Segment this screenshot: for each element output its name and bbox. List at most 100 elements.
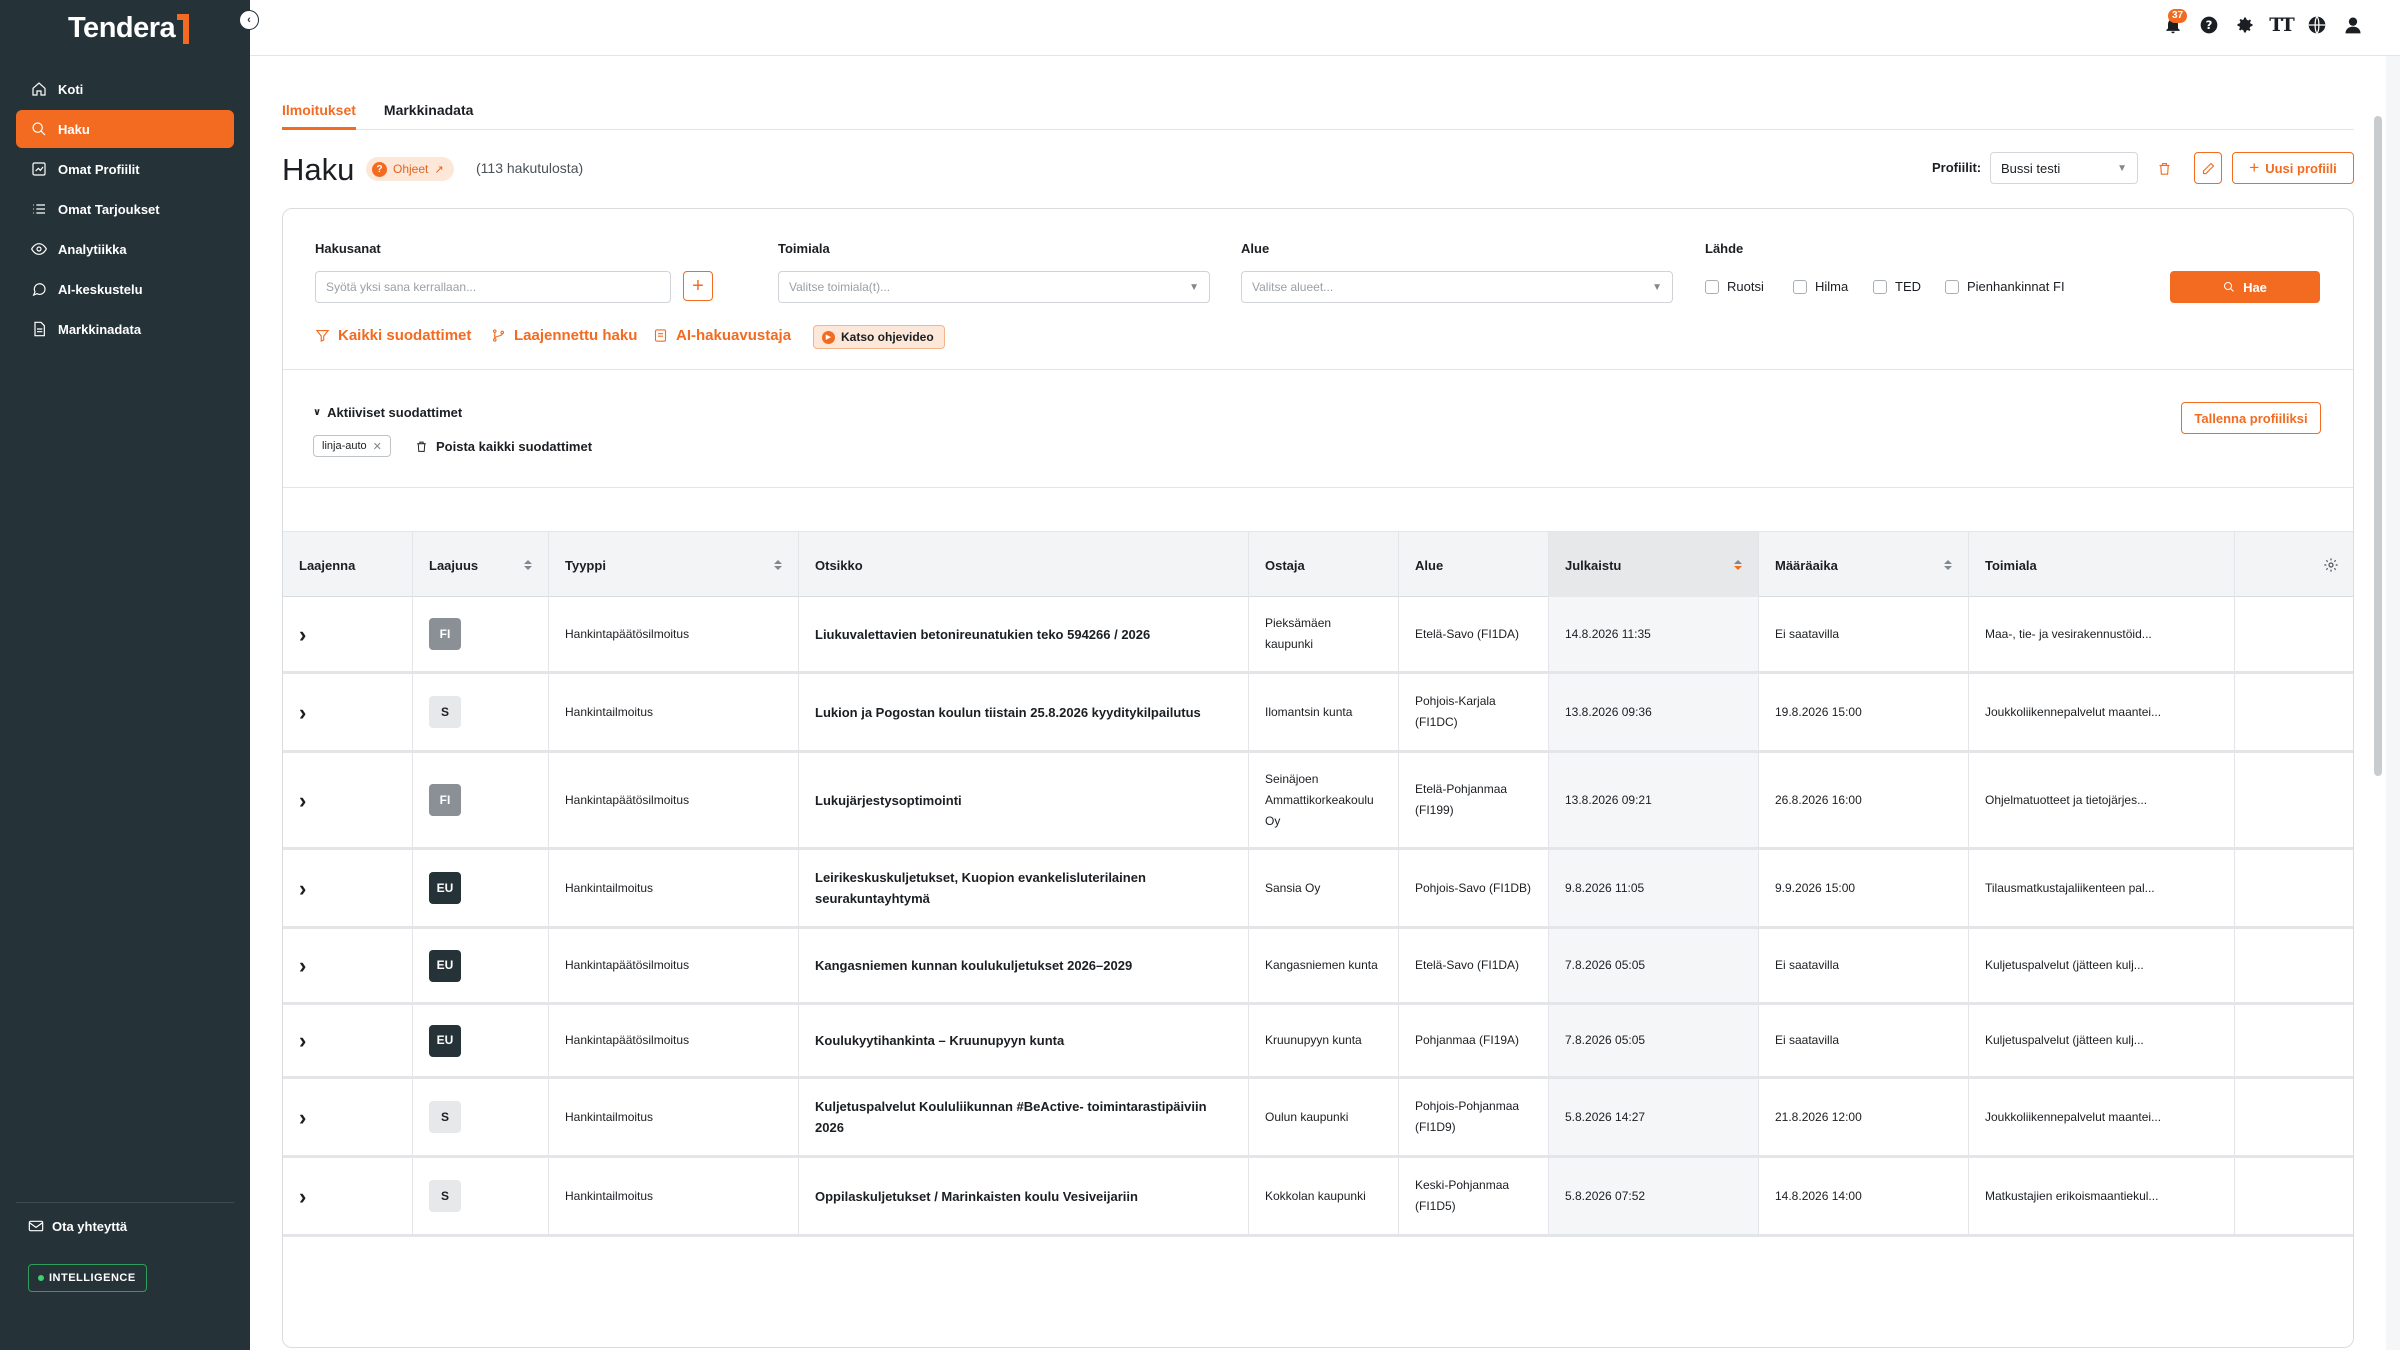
chevron-right-icon[interactable]: ›: [299, 1030, 306, 1052]
table-row[interactable]: › EU Hankintailmoitus Leirikeskuskuljetu…: [283, 850, 2353, 929]
source-checkbox-pienhankinnat[interactable]: Pienhankinnat FI: [1945, 279, 2065, 294]
contact-link[interactable]: Ota yhteyttä: [28, 1218, 127, 1234]
new-profile-button[interactable]: + Uusi profiili: [2232, 152, 2354, 184]
region-label: Alue: [1241, 241, 1270, 256]
buyer-cell: Ilomantsin kunta: [1249, 674, 1399, 750]
table-row[interactable]: › S Hankintailmoitus Oppilaskuljetukset …: [283, 1158, 2353, 1237]
title-cell[interactable]: Lukion ja Pogostan koulun tiistain 25.8.…: [799, 674, 1249, 750]
watch-video-button[interactable]: ▶ Katso ohjevideo: [813, 325, 945, 349]
source-checkbox-ted[interactable]: TED: [1873, 279, 1921, 294]
sidebar-item-haku[interactable]: Haku: [16, 110, 234, 148]
notification-bell-icon[interactable]: 37: [2160, 9, 2188, 38]
table-row[interactable]: › S Hankintailmoitus Kuljetuspalvelut Ko…: [283, 1079, 2353, 1158]
sidebar-item-label: Omat Profiilit: [58, 161, 140, 177]
chevron-right-icon[interactable]: ›: [299, 877, 306, 899]
row-actions-cell: [2235, 1079, 2353, 1155]
extended-search-link[interactable]: Laajennettu haku: [491, 327, 637, 344]
title-cell[interactable]: Kuljetuspalvelut Koululiikunnan #BeActiv…: [799, 1079, 1249, 1155]
user-account-icon[interactable]: [2340, 12, 2366, 38]
sidebar-item-ai-keskustelu[interactable]: AI-keskustelu: [16, 270, 234, 308]
sidebar-item-label: Omat Tarjoukset: [58, 201, 160, 217]
logo[interactable]: Tendera: [68, 12, 190, 45]
source-checkbox-ruotsi[interactable]: Ruotsi: [1705, 279, 1764, 294]
help-guide-button[interactable]: ? Ohjeet ↗: [366, 157, 454, 181]
clear-all-filters-button[interactable]: Poista kaikki suodattimet: [415, 439, 592, 454]
tab-ilmoitukset[interactable]: Ilmoitukset: [282, 94, 356, 130]
sidebar-item-omat-profiilit[interactable]: Omat Profiilit: [16, 150, 234, 188]
source-checkbox-hilma[interactable]: Hilma: [1793, 279, 1848, 294]
sidebar-item-koti[interactable]: Koti: [16, 70, 234, 108]
collapse-sidebar-icon[interactable]: ‹: [239, 10, 259, 30]
column-header-type[interactable]: Tyyppi: [549, 532, 799, 598]
title-cell[interactable]: Oppilaskuljetukset / Marinkaisten koulu …: [799, 1158, 1249, 1234]
all-filters-link[interactable]: Kaikki suodattimet: [315, 327, 471, 344]
industry-select[interactable]: Valitse toimiala(t)... ▼: [778, 271, 1210, 303]
delete-profile-button[interactable]: [2150, 152, 2178, 184]
title-cell[interactable]: Kangasniemen kunnan koulukuljetukset 202…: [799, 929, 1249, 1002]
edit-profile-button[interactable]: [2194, 152, 2222, 184]
close-icon[interactable]: ✕: [373, 440, 382, 453]
source-label-pienhankinnat: Pienhankinnat FI: [1967, 279, 2065, 294]
document-icon: [30, 320, 48, 338]
title-cell[interactable]: Leirikeskuskuljetukset, Kuopion evankeli…: [799, 850, 1249, 926]
scope-badge: FI: [429, 784, 461, 816]
title-cell[interactable]: Liukuvalettavien betonireunatukien teko …: [799, 597, 1249, 671]
column-settings-button[interactable]: [2235, 532, 2353, 598]
table-row[interactable]: › S Hankintailmoitus Lukion ja Pogostan …: [283, 674, 2353, 753]
table-row[interactable]: › EU Hankintapäätösilmoitus Koulukyytiha…: [283, 1005, 2353, 1079]
expand-cell: ›: [283, 1005, 413, 1076]
scrollbar[interactable]: [2374, 116, 2382, 776]
chevron-down-icon: ▼: [1189, 281, 1199, 293]
row-actions-cell: [2235, 1005, 2353, 1076]
table-row[interactable]: › FI Hankintapäätösilmoitus Lukujärjesty…: [283, 753, 2353, 850]
help-guide-label: Ohjeet: [393, 162, 429, 176]
title-cell[interactable]: Koulukyytihankinta – Kruunupyyn kunta: [799, 1005, 1249, 1076]
contact-label: Ota yhteyttä: [52, 1218, 128, 1234]
column-header-scope[interactable]: Laajuus: [413, 532, 549, 598]
chevron-right-icon[interactable]: ›: [299, 701, 306, 723]
logo-mark-icon: [177, 14, 190, 44]
column-header-deadline[interactable]: Määräaika: [1759, 532, 1969, 598]
search-button[interactable]: Hae: [2170, 271, 2320, 303]
buyer-cell: Oulun kaupunki: [1249, 1079, 1399, 1155]
sidebar-item-analytiikka[interactable]: Analytiikka: [16, 230, 234, 268]
sidebar-item-markkinadata[interactable]: Markkinadata: [16, 310, 234, 348]
column-header-expand: Laajenna: [283, 532, 413, 598]
language-globe-icon[interactable]: [2304, 12, 2330, 38]
settings-gear-icon[interactable]: [2232, 12, 2258, 38]
intelligence-badge: INTELLIGENCE: [28, 1264, 147, 1292]
eye-icon: [30, 240, 48, 258]
keywords-placeholder: Syötä yksi sana kerrallaan...: [326, 280, 477, 294]
chevron-right-icon[interactable]: ›: [299, 1106, 306, 1128]
sidebar-item-omat-tarjoukset[interactable]: Omat Tarjoukset: [16, 190, 234, 228]
region-select[interactable]: Valitse alueet... ▼: [1241, 271, 1673, 303]
save-as-profile-button[interactable]: Tallenna profiiliksi: [2181, 402, 2321, 434]
text-size-icon[interactable]: TT: [2268, 12, 2295, 38]
help-icon[interactable]: ?: [2196, 12, 2222, 38]
active-filters-toggle[interactable]: ∨ Aktiiviset suodattimet: [313, 405, 462, 420]
buyer-cell: Kokkolan kaupunki: [1249, 1158, 1399, 1234]
add-keyword-button[interactable]: +: [683, 271, 713, 301]
source-label-ruotsi: Ruotsi: [1727, 279, 1764, 294]
chevron-right-icon[interactable]: ›: [299, 623, 306, 645]
notification-count: 37: [2168, 9, 2188, 23]
type-cell: Hankintailmoitus: [549, 674, 799, 750]
search-button-label: Hae: [2243, 279, 2267, 295]
sidebar-item-label: Analytiikka: [58, 241, 127, 257]
list-icon: [30, 200, 48, 218]
chevron-right-icon[interactable]: ›: [299, 1185, 306, 1207]
chevron-right-icon[interactable]: ›: [299, 789, 306, 811]
sort-icon: [774, 560, 782, 570]
table-row[interactable]: › EU Hankintapäätösilmoitus Kangasniemen…: [283, 929, 2353, 1005]
ai-assistant-link[interactable]: AI-hakuavustaja: [653, 327, 791, 344]
profile-select[interactable]: Bussi testi ▼: [1990, 152, 2138, 184]
table-row[interactable]: › FI Hankintapäätösilmoitus Liukuvaletta…: [283, 597, 2353, 674]
keywords-input[interactable]: Syötä yksi sana kerrallaan...: [315, 271, 671, 303]
chevron-right-icon[interactable]: ›: [299, 955, 306, 977]
filter-chip[interactable]: linja-auto ✕: [313, 435, 391, 457]
title-cell[interactable]: Lukujärjestysoptimointi: [799, 753, 1249, 847]
column-header-published[interactable]: Julkaistu: [1549, 532, 1759, 598]
tab-markkinadata[interactable]: Markkinadata: [384, 94, 473, 130]
result-count: (113 hakutulosta): [476, 160, 584, 176]
scope-cell: S: [413, 1158, 549, 1234]
